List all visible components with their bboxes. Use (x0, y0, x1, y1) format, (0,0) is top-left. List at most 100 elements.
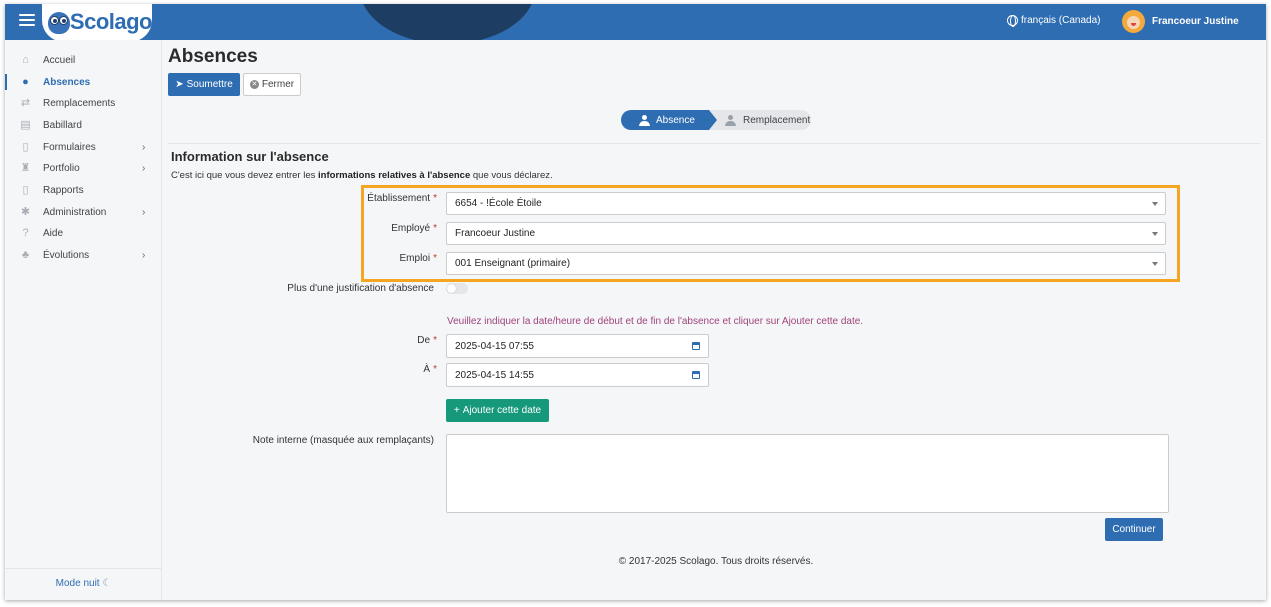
user-icon (725, 114, 737, 126)
main-content: Absences ➤ Soumettre ✕ Fermer Absence Re… (162, 40, 1266, 600)
step-label: Remplacement (743, 114, 811, 126)
sidebar-item-formulaires[interactable]: ▯ Formulaires › (5, 137, 162, 157)
sidebar-item-label: Babillard (43, 119, 82, 131)
start-date-input[interactable]: 2025-04-15 07:55 (446, 334, 709, 358)
header-decoration (360, 4, 535, 40)
plus-icon: + (453, 405, 460, 416)
add-date-label: Ajouter cette date (462, 405, 542, 416)
chevron-down-icon (1152, 262, 1158, 266)
etablissement-label: Établissement * (162, 193, 437, 204)
sidebar-item-portfolio[interactable]: ♜ Portfolio › (5, 158, 162, 178)
sidebar-item-label: Rapports (43, 184, 84, 196)
language-selector[interactable]: français (Canada) (1007, 15, 1101, 27)
section-intro: C'est ici que vous devez entrer les info… (171, 170, 553, 181)
required-mark: * (433, 253, 437, 264)
emploi-label: Emploi * (162, 253, 437, 264)
select-value: 001 Enseignant (primaire) (455, 258, 571, 269)
label-text: Employé (391, 223, 431, 234)
sidebar-item-administration[interactable]: ✱ Administration › (5, 202, 162, 222)
sidebar: ⌂ Accueil ● Absences ⇄ Remplacements ▤ B… (5, 40, 162, 600)
close-button[interactable]: ✕ Fermer (243, 73, 301, 96)
sidebar-item-babillard[interactable]: ▤ Babillard (5, 115, 162, 135)
note-textarea[interactable] (446, 434, 1169, 513)
question-icon: ? (22, 227, 29, 239)
continue-button[interactable]: Continuer (1105, 518, 1163, 541)
justification-label: Plus d'une justification d'absence (287, 283, 434, 294)
logo-text: Scolago (69, 9, 153, 34)
chevron-down-icon (1152, 232, 1158, 236)
trophy-icon: ♜ (20, 162, 31, 174)
replacement-icon: ⇄ (20, 97, 31, 109)
user-menu[interactable]: Francoeur Justine (1122, 10, 1239, 33)
required-mark: * (433, 364, 437, 375)
employe-select[interactable]: Francoeur Justine (446, 222, 1166, 245)
stepper: Absence Remplacement (621, 110, 811, 130)
sidebar-item-label: Remplacements (43, 97, 116, 109)
calendar-icon[interactable] (692, 371, 700, 379)
input-value: 2025-04-15 14:55 (455, 369, 534, 381)
moon-icon: ☾ (102, 578, 112, 589)
app-window: Scolago français (Canada) Francoeur Just… (5, 4, 1266, 600)
submit-label: Soumettre (186, 79, 233, 90)
user-name: Francoeur Justine (1152, 16, 1239, 27)
step-label: Absence (656, 114, 695, 126)
input-value: 2025-04-15 07:55 (455, 340, 534, 352)
top-bar: Scolago français (Canada) Francoeur Just… (5, 4, 1266, 40)
board-icon: ▤ (20, 119, 31, 131)
night-mode-toggle[interactable]: Mode nuit ☾ (5, 568, 162, 589)
footer-copyright: © 2017-2025 Scolago. Tous droits réservé… (618, 556, 814, 567)
de-label: De * (162, 335, 437, 346)
section-title: Information sur l'absence (171, 149, 329, 164)
calendar-icon[interactable] (692, 342, 700, 350)
step-remplacement[interactable]: Remplacement (709, 110, 811, 130)
sidebar-item-label: Absences (43, 76, 91, 88)
divider (168, 143, 1260, 144)
sidebar-item-rapports[interactable]: ▯ Rapports (5, 180, 162, 200)
sidebar-item-evolutions[interactable]: ♣ Évolutions › (5, 245, 162, 265)
label-text: À (423, 364, 431, 375)
sidebar-item-absences[interactable]: ● Absences (5, 72, 162, 92)
sidebar-item-label: Évolutions (43, 249, 90, 261)
required-mark: * (433, 193, 437, 204)
sidebar-item-label: Accueil (43, 54, 76, 66)
send-icon: ➤ (175, 79, 184, 90)
night-mode-label: Mode nuit (55, 578, 100, 589)
add-date-button[interactable]: + Ajouter cette date (446, 399, 549, 422)
etablissement-select[interactable]: 6654 - !École Étoile (446, 192, 1166, 215)
close-label: Fermer (261, 79, 295, 90)
sidebar-item-label: Formulaires (43, 141, 96, 153)
sidebar-item-remplacements[interactable]: ⇄ Remplacements (5, 93, 162, 113)
select-value: Francoeur Justine (455, 228, 536, 239)
user-absence-icon: ● (22, 76, 29, 88)
note-label: Note interne (masquée aux remplaçants) (252, 435, 434, 446)
sidebar-item-accueil[interactable]: ⌂ Accueil (5, 50, 162, 70)
menu-toggle-icon[interactable] (19, 14, 35, 28)
chevron-right-icon: › (142, 249, 146, 261)
required-mark: * (433, 223, 437, 234)
sidebar-item-label: Aide (43, 227, 64, 239)
submit-button[interactable]: ➤ Soumettre (168, 73, 240, 96)
sidebar-item-aide[interactable]: ? Aide (5, 223, 162, 243)
logo[interactable]: Scolago (42, 4, 153, 40)
avatar (1122, 10, 1145, 33)
intro-text: que vous déclarez. (470, 170, 553, 181)
chevron-right-icon: › (142, 141, 146, 153)
end-date-input[interactable]: 2025-04-15 14:55 (446, 363, 709, 387)
globe-icon (1007, 15, 1018, 27)
a-label: À * (162, 364, 437, 375)
label-text: Emploi (399, 253, 431, 264)
chevron-down-icon (1152, 202, 1158, 206)
justification-toggle[interactable] (446, 283, 468, 294)
step-absence[interactable]: Absence (621, 110, 717, 130)
owl-logo-icon (48, 10, 70, 34)
form-icon: ▯ (22, 141, 29, 153)
sidebar-item-label: Portfolio (43, 162, 80, 174)
language-label: français (Canada) (1021, 15, 1101, 26)
chevron-right-icon: › (142, 206, 146, 218)
page-title: Absences (168, 46, 258, 67)
date-hint: Veuillez indiquer la date/heure de début… (447, 316, 864, 327)
emploi-select[interactable]: 001 Enseignant (primaire) (446, 252, 1166, 275)
label-text: Établissement (367, 193, 431, 204)
user-icon (639, 114, 651, 126)
chevron-right-icon: › (142, 162, 146, 174)
